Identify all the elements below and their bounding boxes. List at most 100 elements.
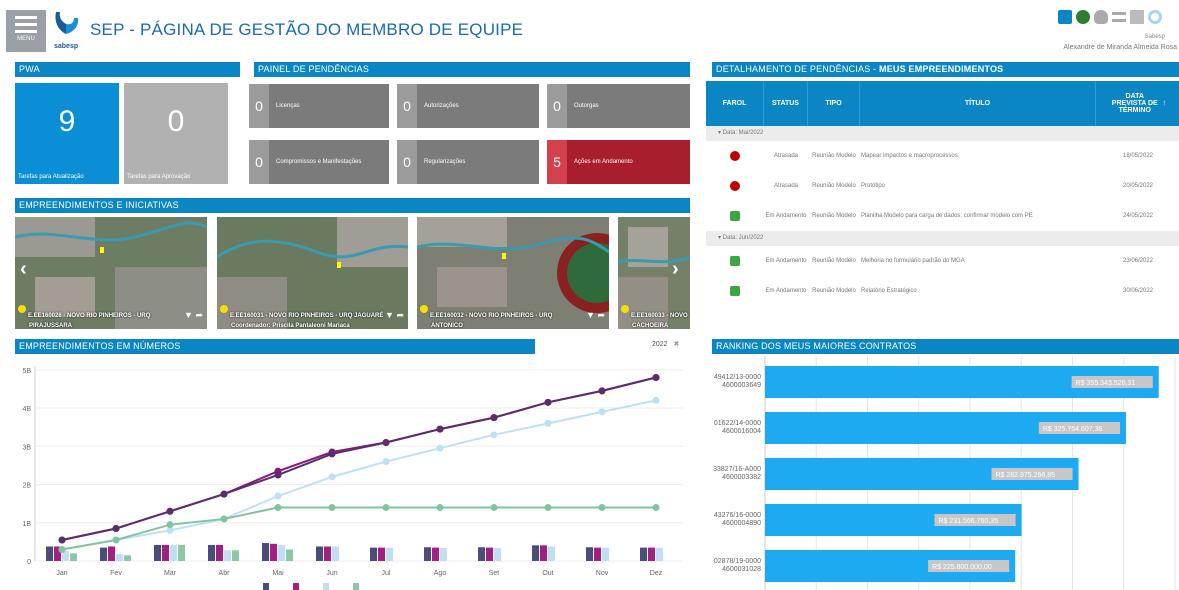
menu-button[interactable]: MENU [6,10,46,52]
tipo-cell: Reunião Modelo [812,153,856,159]
logo-text: sabesp [54,43,79,50]
sort-icon[interactable]: ↑ [1163,100,1167,107]
category-label: 4600003649 [722,382,761,389]
x-tick-label: Abr [219,570,231,577]
bar-mark [208,544,215,561]
category-label: 4600003382 [722,474,761,481]
data-label: R$ 355.343.520,31 [1076,380,1136,387]
year-filter[interactable]: 2022 ✖ [652,340,679,348]
filter-share-icon[interactable]: ▼ ➦ [184,310,203,321]
painel-tile-outorgas[interactable]: 0 Outorgas [547,84,690,128]
point-mark [490,431,498,439]
list-icon[interactable] [1112,12,1126,22]
data-cell: 18/05/2022 [1122,153,1154,159]
col-data[interactable]: DATA PREVISTA DE TÉRMINO ↑ [1096,81,1179,126]
project-subtitle: CACHOEIRA [632,323,669,329]
titulo-cell: Planilha Modelo para carga de dados: con… [861,213,1033,219]
project-card[interactable]: E.EE160026 - NOVO RIO PINHEIROS - URQ PI… [15,217,207,329]
table-group-header[interactable]: ▾ Data: Jun/2022 [706,231,1179,246]
painel-tile-licencas[interactable]: 0 Licenças [249,84,389,128]
titulo-cell: Relatório Estratégico [861,288,917,294]
tile-label: Ações em Andamento [574,159,633,165]
pendencias-table: FAROL STATUS TIPO TÍTULO DATA PREVISTA D… [706,81,1179,306]
project-card[interactable]: E.EE160032 - NOVO RIO PINHEIROS - URQ AN… [417,217,609,329]
table-row[interactable]: Em Andamento Reunião Modelo Relatório Estr… [706,276,1179,306]
bar-mark [432,547,439,561]
pwa-tile-aprovacao[interactable]: 0 Tarefas para Aprovação [124,83,228,184]
col-titulo[interactable]: TÍTULO [860,81,1096,126]
point-mark [112,525,120,532]
tile-label: Tarefas para Aprovação [127,174,191,180]
bar-mark [594,547,601,561]
data-cell: 30/06/2022 [1122,288,1154,294]
point-mark [436,444,444,452]
bar-mark [478,547,485,561]
project-card[interactable]: E.EE160033 - NOVO CACHOEIRA [618,217,690,329]
point-mark [544,398,552,406]
ranking-section-title: RANKING DOS MEUS MAIORES CONTRATOS [712,339,1179,354]
point-mark [274,471,282,479]
point-mark [382,458,390,466]
project-title: E.EE160026 - NOVO RIO PINHEIROS - URQ [28,313,151,319]
user-name[interactable]: Alexandre de Miranda Almeida Rosa [1063,44,1177,51]
filter-share-icon[interactable]: ▼ ➦ [586,310,605,321]
document-icon[interactable] [1130,10,1144,24]
tile-value: 0 [249,140,269,184]
x-tick-label: Jul [382,570,391,577]
category-label: 4600031028 [722,566,761,573]
bar-mark [640,547,647,561]
painel-tile-acoes[interactable]: 5 Ações em Andamento [547,140,690,184]
lightbulb-icon[interactable] [1094,10,1108,24]
carousel-next-icon[interactable]: › [672,258,679,281]
project-subtitle: Coordenador: Priscila Pantaleoni Mariaca [231,323,350,329]
farol-cell [706,246,764,276]
project-card[interactable]: E.EE160031 - NOVO RIO PINHEIROS - URQ JA… [217,217,408,329]
x-tick-label: Fev [110,570,122,577]
bar-mark [494,548,501,561]
point-mark [328,450,336,458]
titulo-cell: Mapear impactos e macroprocessos [861,153,958,159]
menu-label: MENU [17,36,35,42]
pwa-tile-atualizacao[interactable]: 9 Tarefas para Atualização [15,83,119,184]
point-mark [328,473,336,481]
tile-value: 0 [167,105,185,138]
category-label: 01622/14-0000 [714,420,761,427]
bar-mark [324,546,331,561]
bar-mark [332,546,339,561]
farol-icon [730,181,740,191]
table-row[interactable]: Atrasada Reunião Modelo Protótipo 20/05/202… [706,171,1179,201]
carousel-prev-icon[interactable]: ‹ [20,258,27,281]
filter-share-icon[interactable]: ▼ ➦ [385,310,404,321]
y-tick-label: 5B [22,368,31,375]
category-label: 43276/16-0000 [714,512,761,519]
col-tipo[interactable]: TIPO [808,81,860,126]
settings-icon[interactable] [1148,10,1162,24]
series-line [61,376,657,541]
status-cell: Em Andamento [765,258,807,264]
app-header: MENU sabesp SEP - PÁGINA DE GESTÃO DO ME… [0,0,1179,56]
line-bar-chart: 0 1B 2B 3B 4B 5B Jan Fev Mar Abr Mai Jun Jul Ago Set Ou… [22,366,683,590]
bar-mark [386,547,393,561]
table-row[interactable]: Em Andamento Reunião Modelo Melhoria no fo… [706,246,1179,276]
col-farol[interactable]: FAROL [706,81,764,126]
category-label: 4600004890 [722,520,761,527]
close-icon[interactable]: ✖ [674,341,680,348]
painel-tile-regularizacoes[interactable]: 0 Regularizações [397,140,539,184]
bar-mark [548,546,555,561]
table-row[interactable]: Atrasada Reunião Modelo Mapear impactos e … [706,141,1179,171]
currency-icon[interactable] [1058,10,1072,24]
point-mark [652,396,660,404]
gear-icon[interactable] [1076,10,1090,24]
point-mark [436,503,444,511]
x-tick-label: Dez [650,570,663,577]
col-status[interactable]: STATUS [764,81,808,126]
painel-tile-autorizacoes[interactable]: 0 Autorizações [397,84,539,128]
point-mark [58,546,66,554]
point-mark [490,414,498,422]
table-group-header[interactable]: ▾ Data: Mai/2022 [706,126,1179,141]
year-label: 2022 [652,341,668,348]
bar-mark [178,544,185,561]
painel-tile-compromissos[interactable]: 0 Compromissos e Manifestações [249,140,389,184]
bar-mark [540,545,547,561]
table-row[interactable]: Em Andamento Reunião Modelo Planilha Model… [706,201,1179,231]
